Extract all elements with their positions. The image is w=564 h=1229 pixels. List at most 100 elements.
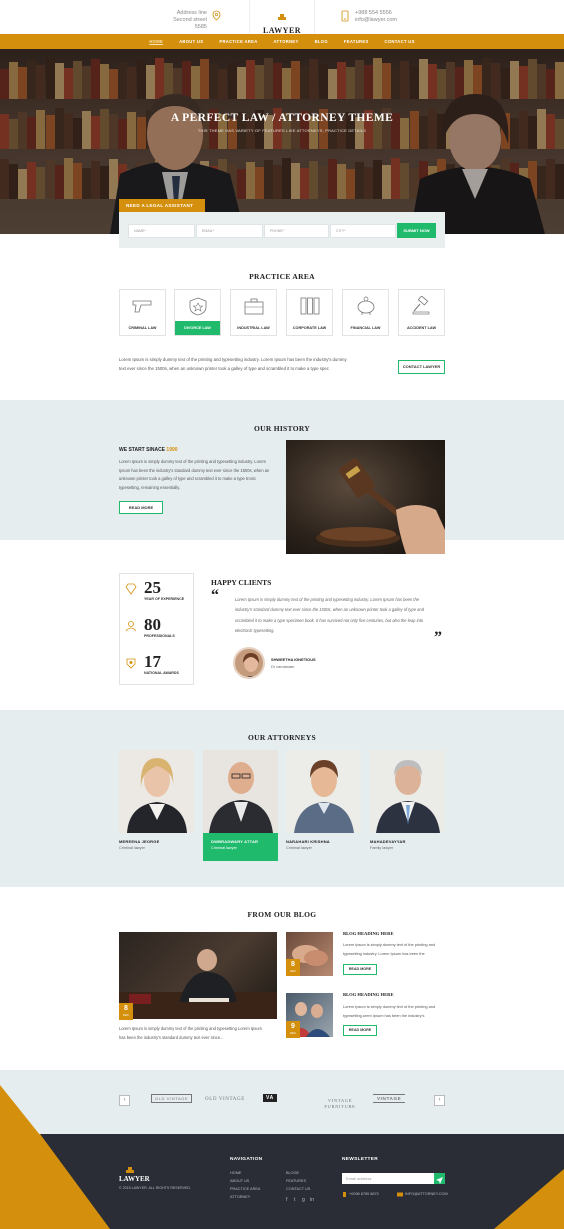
hero-title: A PERFECT LAW / ATTORNEY THEME — [170, 112, 394, 124]
name-field[interactable]: NAME* — [128, 224, 195, 238]
partner-logo: OLD VINTAGE — [205, 1097, 245, 1102]
footer-link-practice[interactable]: PRACTICE AREA — [230, 1187, 260, 1191]
partner-logo: OLD VINTAGE — [151, 1094, 193, 1103]
blog-post-heading[interactable]: BLOG HEADING HERE — [343, 992, 394, 997]
filing-cabinet-icon — [300, 297, 320, 315]
open-quote-icon: “ — [211, 587, 219, 604]
history-heading-text: WE START SINACE — [119, 447, 166, 453]
attorney-role: Criminal lawyer — [119, 846, 145, 850]
footer-link-contact[interactable]: CONTACT US — [286, 1187, 310, 1191]
history-title: OUR HISTORY — [253, 424, 311, 433]
blog-main-day: 8 — [124, 1005, 128, 1012]
attorney-card[interactable]: NARAHARI KRISHNA Criminal lawyer — [286, 750, 361, 861]
svg-text:f: f — [286, 1197, 288, 1202]
practice-label: CORPORATE LAW — [292, 326, 327, 330]
history-heading: WE START SINACE 1990 — [119, 447, 178, 453]
attorney-photo — [203, 750, 278, 833]
clients-title: HAPPY CLIENTS — [211, 578, 272, 587]
nav-about[interactable]: ABOUT US — [179, 39, 203, 44]
phone-field[interactable]: PHONE* — [264, 224, 329, 238]
attorney-card[interactable]: DWBRADWARY ATTAR Criminal lawyer — [203, 750, 278, 861]
footer-link-features[interactable]: FEATURES — [286, 1179, 306, 1183]
blog-post-heading[interactable]: BLOG HEADING HERE — [343, 931, 394, 936]
partners-next-button[interactable]: › — [434, 1095, 445, 1106]
stat-years: 25 — [144, 578, 161, 597]
practice-corporate[interactable]: CORPORATE LAW — [286, 289, 333, 336]
mail-icon — [397, 1192, 403, 1197]
gavel-logo-icon — [278, 14, 286, 20]
practice-accident[interactable]: ACCIDENT LAW — [398, 289, 445, 336]
nav-attorney[interactable]: ATTORNEY — [274, 39, 299, 44]
partners-prev-button[interactable]: ‹ — [119, 1095, 130, 1106]
history-read-more-button[interactable]: READ MORE — [119, 501, 163, 514]
email-field[interactable]: EMAIL* — [196, 224, 263, 238]
topbar-divider — [314, 0, 315, 34]
phone-icon — [341, 10, 349, 22]
footer-link-home[interactable]: HOME — [230, 1171, 241, 1175]
nav-home[interactable]: HOME — [149, 39, 163, 44]
svg-text:t: t — [294, 1197, 296, 1202]
hero-overlay — [0, 49, 564, 234]
blog-post-date: 8 DEC — [286, 959, 300, 976]
contact-lawyer-button[interactable]: CONTACT LAWYER — [398, 360, 445, 374]
attorney-card[interactable]: MAHADEVAYYAR Family lawyer — [370, 750, 445, 861]
newsletter-send-button[interactable] — [434, 1173, 445, 1184]
attorney-portrait — [294, 760, 354, 833]
attorney-portrait — [376, 760, 440, 833]
close-quote-icon: ” — [434, 629, 442, 646]
practice-financial[interactable]: FINANCIAL LAW — [342, 289, 389, 336]
nav-blog[interactable]: BLOG — [315, 39, 328, 44]
decorative-triangle — [0, 1085, 40, 1134]
avatar-portrait — [243, 653, 259, 677]
history-section — [0, 400, 564, 540]
nav-practice[interactable]: PRACTICE AREA — [219, 39, 257, 44]
svg-text:in: in — [310, 1197, 314, 1202]
submit-button[interactable]: SUBMIT NOW — [397, 223, 436, 238]
svg-text:g: g — [302, 1197, 305, 1202]
partners-section — [0, 1070, 564, 1134]
partner-logo: VINTAGE — [373, 1094, 406, 1103]
stats-box: 25 YEAR OF EXPERIENCE 80 PROFESSIONALS 1… — [119, 573, 194, 685]
blog-read-more-button[interactable]: READ MORE — [343, 964, 377, 975]
decorative-triangle — [494, 1169, 564, 1229]
attorney-role: Criminal lawyer — [286, 846, 312, 850]
footer-email[interactable]: INFO@ATTORNEY.COM — [405, 1192, 448, 1196]
blog-main-date: 8 DEC — [119, 1003, 133, 1020]
history-text: Lorem Ipsum is simply dummy text of the … — [119, 459, 270, 490]
main-nav: HOME ABOUT US PRACTICE AREA ATTORNEY BLO… — [0, 34, 564, 49]
blog-read-more-button[interactable]: READ MORE — [343, 1025, 377, 1036]
blog-main-photo[interactable] — [119, 932, 277, 1019]
attorney-card[interactable]: MEREENA JEORGE Criminal lawyer — [119, 750, 194, 861]
footer-link-attorney[interactable]: ATTORNEY — [230, 1195, 250, 1199]
footer-link-blog[interactable]: BLOGE — [286, 1171, 299, 1175]
practice-divorce[interactable]: DIVORCE LAW — [174, 289, 221, 336]
nav-contact[interactable]: CONTACT US — [385, 39, 415, 44]
practice-criminal[interactable]: CRIMINAL LAW — [119, 289, 166, 336]
footer-link-about[interactable]: ABOUT US — [230, 1179, 249, 1183]
gavel-icon — [412, 296, 430, 315]
practice-industrial[interactable]: INDUSTRIAL LAW — [230, 289, 277, 336]
old-man-reading-illustration — [119, 949, 277, 1019]
address-line-2: Second street 5585 — [173, 17, 207, 30]
newsletter-title: NEWSLETTER — [342, 1157, 379, 1162]
partner-logo: VA — [263, 1094, 277, 1102]
city-field[interactable]: CITY* — [330, 224, 396, 238]
phone-icon — [343, 1192, 346, 1197]
address-text: Address line Second street 5585 — [160, 10, 207, 31]
legal-assistant-tab: NEED A LEGAL ASSISTANT — [119, 199, 205, 212]
footer-brand[interactable]: LAWYER — [119, 1175, 150, 1183]
attorney-name: DWBRADWARY ATTAR — [211, 839, 259, 844]
attorneys-title: OUR ATTORNEYS — [247, 733, 316, 742]
site-logo[interactable]: LAWYER — [262, 8, 302, 35]
topbar-email[interactable]: info@lawyer.com — [355, 17, 397, 24]
blog-title: FROM OUR BLOG — [247, 910, 317, 919]
shield-icon — [189, 297, 207, 316]
footer-nav-title: NAVIGATION — [230, 1157, 263, 1162]
send-icon — [436, 1177, 443, 1184]
practice-label: CRIMINAL LAW — [128, 326, 157, 330]
address-line-1: Address line — [176, 10, 207, 16]
newsletter-email-input[interactable]: Email address — [342, 1173, 434, 1184]
nav-features[interactable]: FEATURES — [344, 39, 369, 44]
briefcase-icon — [244, 298, 264, 315]
diamond-icon — [125, 583, 137, 595]
